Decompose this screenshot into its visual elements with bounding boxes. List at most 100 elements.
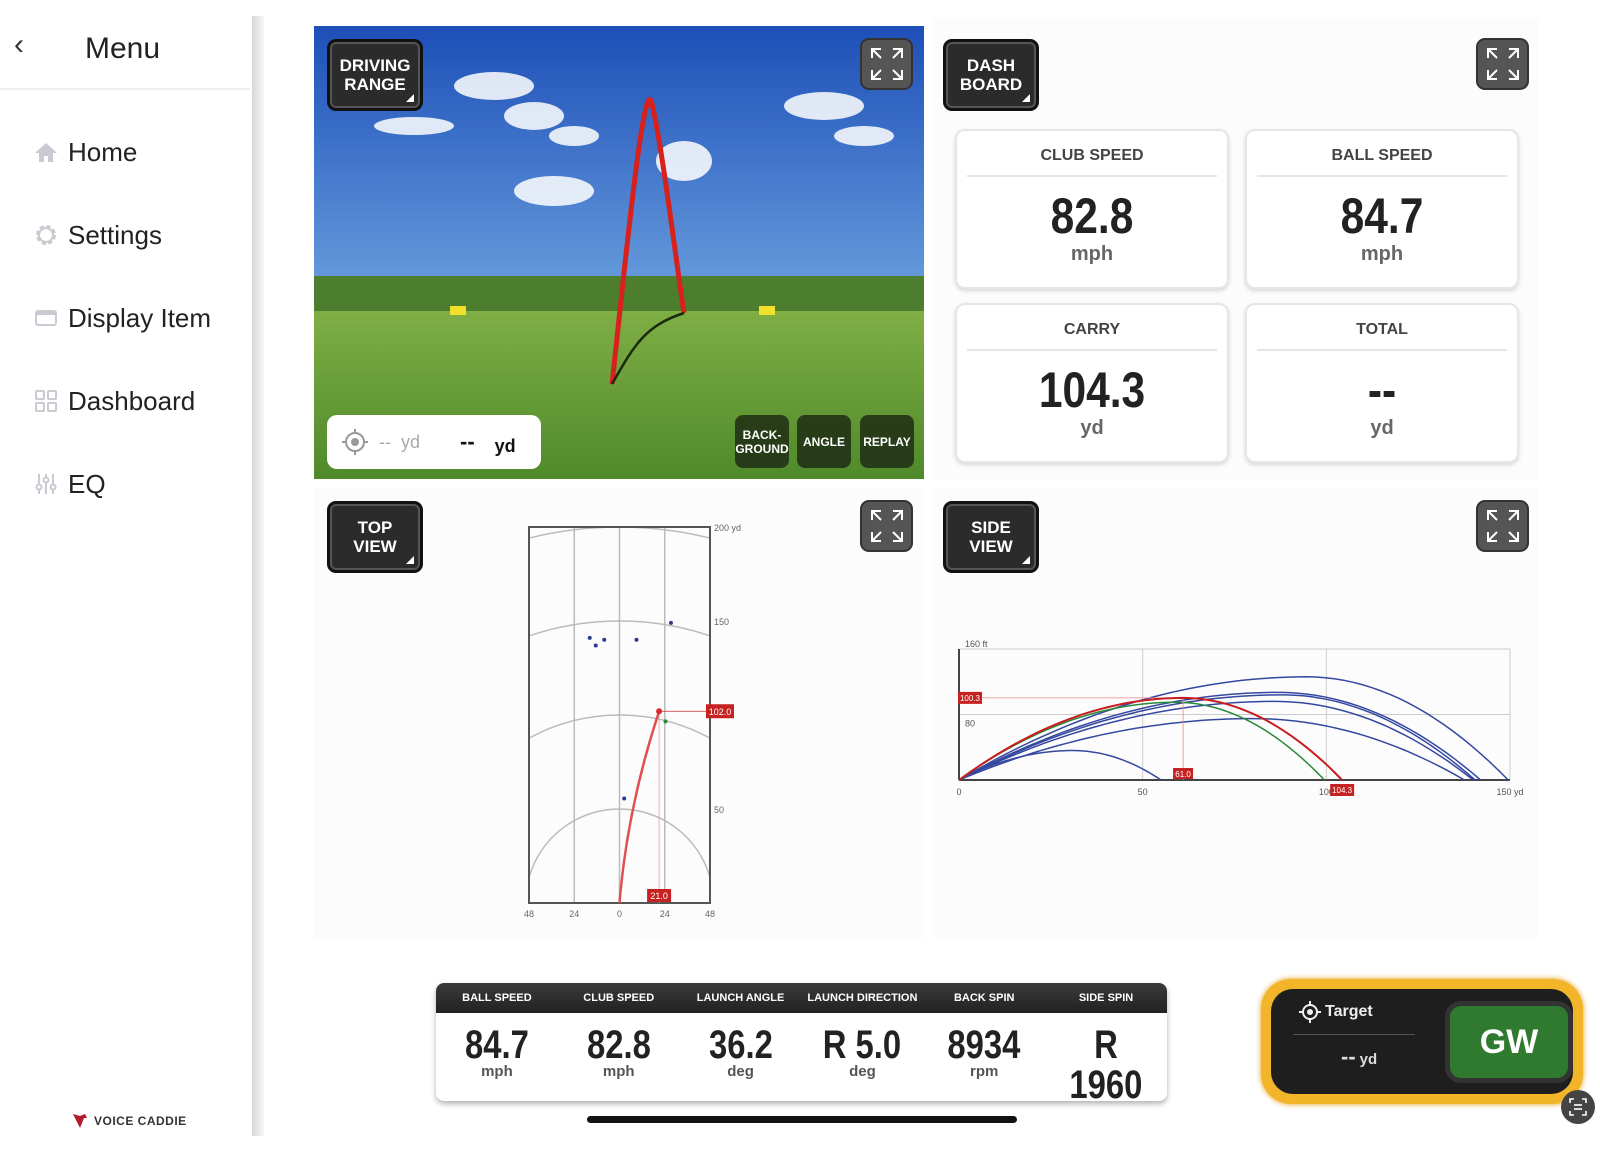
- gear-icon: [34, 223, 58, 247]
- driving-range-badge[interactable]: DRIVING RANGE: [327, 39, 423, 111]
- stat-label: CLUB SPEED: [583, 992, 655, 1004]
- current-shot-path: [618, 710, 661, 904]
- stat-value: R 5.0: [823, 1023, 902, 1067]
- stat-unit: deg: [849, 1063, 876, 1080]
- height-label: 100.3: [960, 694, 981, 703]
- sidebar-item-display-item[interactable]: Display Item: [34, 298, 211, 338]
- side-view-badge[interactable]: SIDE VIEW: [943, 501, 1039, 573]
- x-tick-label: 0: [617, 909, 622, 919]
- y-tick-label: 150: [714, 617, 729, 627]
- carry-label: 104.3: [1332, 786, 1353, 795]
- stat-unit: mph: [602, 1063, 635, 1080]
- dashboard-badge[interactable]: DASH BOARD: [943, 39, 1039, 111]
- background-button[interactable]: BACK- GROUND: [735, 415, 789, 468]
- stat-unit: deg: [727, 1063, 754, 1080]
- stat-cell: 36.2 deg: [680, 1025, 802, 1101]
- logo-mark-icon: [73, 1114, 87, 1128]
- target-distance-box: -- yd -- yd: [327, 415, 541, 469]
- stat-unit: rpm: [970, 1063, 999, 1080]
- stat-value: 82.8: [586, 1023, 651, 1067]
- stats-values: 84.7 mph 82.8 mph 36.2 deg R 5.0 deg 8934 rpm R 19…: [436, 1013, 1167, 1101]
- card-label: CLUB SPEED: [967, 131, 1217, 177]
- target-icon: [1299, 1001, 1321, 1023]
- club-gw-button[interactable]: GW: [1445, 1001, 1573, 1083]
- total-card: TOTAL -- yd: [1245, 303, 1519, 463]
- menu-title: Menu: [85, 32, 161, 65]
- expand-icon[interactable]: [860, 38, 913, 90]
- card-label: TOTAL: [1257, 305, 1507, 351]
- shot-point: [622, 796, 627, 801]
- current-trajectory: [958, 696, 1343, 781]
- sliders-icon: [34, 472, 58, 496]
- x-tick-label: 48: [524, 909, 534, 919]
- shot-stats-bar: BALL SPEED CLUB SPEED LAUNCH ANGLE LAUNCH D…: [436, 983, 1167, 1101]
- ball-speed-card: BALL SPEED 84.7 mph: [1245, 129, 1519, 289]
- card-unit: yd: [1080, 417, 1104, 439]
- distance-value: --: [460, 429, 475, 454]
- shot-point: [634, 637, 639, 642]
- x-tick-label: 0: [956, 787, 961, 797]
- stat-value: R 1960: [1069, 1023, 1143, 1101]
- angle-button[interactable]: ANGLE: [797, 415, 851, 468]
- stat-label: LAUNCH ANGLE: [696, 992, 785, 1004]
- sidebar-item-label: Settings: [68, 219, 162, 250]
- card-value: 84.7: [1340, 188, 1424, 244]
- peak-label: 61.0: [1175, 770, 1191, 779]
- current-shot-point: [656, 708, 663, 715]
- home-indicator[interactable]: [587, 1116, 1017, 1123]
- driving-range-view[interactable]: DRIVING RANGE -- yd -- yd BACK- GROUND A…: [314, 26, 924, 479]
- sidebar-item-label: EQ: [68, 468, 106, 499]
- expand-icon[interactable]: [1476, 500, 1529, 552]
- window-icon: [34, 308, 58, 328]
- stat-cell: 82.8 mph: [558, 1025, 680, 1101]
- target-distance: -- yd: [1341, 1044, 1378, 1069]
- back-chevron-icon[interactable]: ‹: [14, 28, 24, 62]
- widget-body: Target -- yd GW: [1271, 989, 1573, 1094]
- target-header: Target: [1299, 1001, 1373, 1023]
- stat-cell: R 1960rpm: [1045, 1025, 1167, 1101]
- sidebar-item-eq[interactable]: EQ: [34, 464, 106, 504]
- trajectory: [958, 691, 1482, 781]
- expand-icon[interactable]: [1476, 38, 1529, 90]
- x-tick-label: 24: [660, 909, 670, 919]
- home-icon: [34, 141, 58, 163]
- sidebar-item-label: Home: [68, 136, 138, 167]
- sidebar-item-home[interactable]: Home: [34, 132, 137, 172]
- y-tick-label: 200 yd: [714, 523, 741, 533]
- top-view-badge[interactable]: TOP VIEW: [327, 501, 423, 573]
- screen-text-icon[interactable]: [1561, 1090, 1595, 1124]
- shot-point: [593, 643, 598, 648]
- x-tick-label: 24: [569, 909, 579, 919]
- expand-icon[interactable]: [860, 500, 913, 552]
- carry-label: 102.0: [709, 707, 732, 717]
- card-unit: mph: [1070, 243, 1114, 265]
- divider: [0, 88, 250, 90]
- stat-label: SIDE SPIN: [1078, 992, 1134, 1004]
- y-tick-label: 160 ft: [965, 639, 988, 649]
- stat-value: 84.7: [464, 1023, 529, 1067]
- sidebar-item-label: Dashboard: [68, 385, 196, 416]
- club-selector-widget: Target -- yd GW: [1261, 979, 1583, 1104]
- card-value: --: [1367, 362, 1397, 418]
- x-tick-label: 50: [1138, 787, 1148, 797]
- shot-point: [602, 637, 607, 642]
- sidebar-item-label: Display Item: [68, 302, 212, 333]
- sidebar-divider: [252, 16, 264, 1136]
- distance-unit: yd: [494, 435, 516, 456]
- sidebar-item-settings[interactable]: Settings: [34, 215, 162, 255]
- stat-value: 8934: [947, 1023, 1021, 1067]
- green-point: [663, 719, 668, 724]
- y-tick-label: 80: [965, 719, 975, 729]
- sidebar-item-dashboard[interactable]: Dashboard: [34, 381, 195, 421]
- stat-cell: 8934 rpm: [923, 1025, 1045, 1101]
- card-unit: mph: [1360, 243, 1404, 265]
- club-speed-card: CLUB SPEED 82.8 mph: [955, 129, 1229, 289]
- x-tick-label: 150 yd: [1496, 787, 1523, 797]
- stat-cell: R 5.0 deg: [801, 1025, 923, 1101]
- target-label: Target: [1325, 1003, 1373, 1020]
- replay-button[interactable]: REPLAY: [860, 415, 914, 468]
- card-value: 104.3: [1038, 362, 1146, 418]
- card-value: 82.8: [1050, 188, 1134, 244]
- trajectory: [958, 676, 1509, 781]
- card-unit: yd: [1370, 417, 1394, 439]
